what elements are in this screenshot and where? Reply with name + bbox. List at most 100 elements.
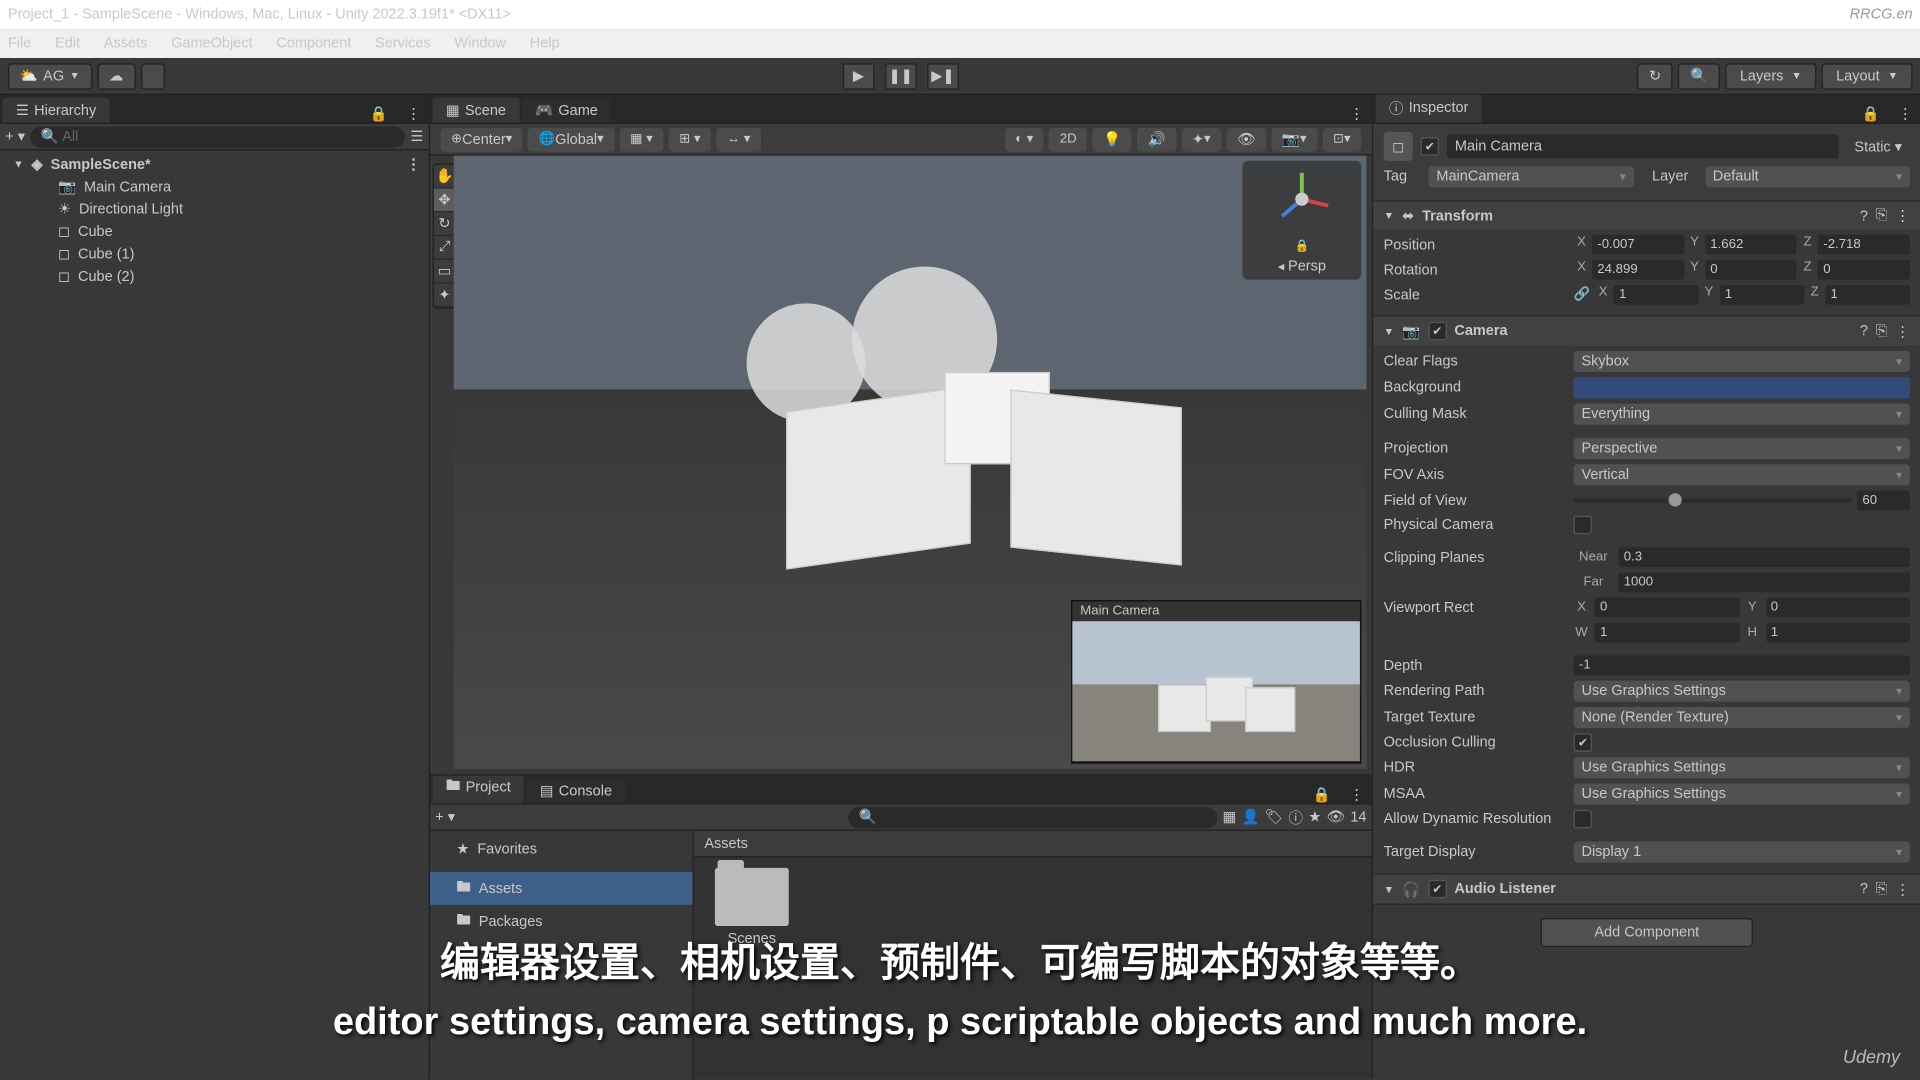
far-clip-field[interactable]: 1000 bbox=[1618, 572, 1909, 592]
menu-icon[interactable]: ⋮ bbox=[1890, 106, 1920, 123]
pivot-dropdown[interactable]: ⊕ Center ▾ bbox=[441, 127, 523, 151]
draw-mode-button[interactable]: ◐ ▾ bbox=[1005, 127, 1044, 151]
snap-increment-button[interactable]: ⊞ ▾ bbox=[669, 127, 711, 151]
help-icon[interactable]: ? bbox=[1860, 323, 1868, 339]
camera-enabled-checkbox[interactable]: ✔ bbox=[1428, 322, 1446, 340]
visibility-toggle[interactable]: 👁 bbox=[1227, 127, 1267, 151]
grid-snap-button[interactable]: ▦ ▾ bbox=[620, 127, 664, 151]
chevron-down-icon[interactable]: ▼ bbox=[1384, 883, 1394, 895]
lock-icon[interactable]: 🔒 bbox=[1305, 786, 1339, 803]
filter-icon[interactable]: ⓘ bbox=[1289, 807, 1304, 828]
menu-icon[interactable]: ⋮ bbox=[1895, 880, 1910, 897]
layout-dropdown[interactable]: Layout ▼ bbox=[1822, 63, 1913, 89]
tab-game[interactable]: 🎮 Game bbox=[522, 98, 611, 123]
preset-icon[interactable]: ⎘ bbox=[1876, 322, 1888, 339]
viewport-x-field[interactable]: 0 bbox=[1595, 598, 1739, 618]
project-search[interactable]: 🔍 bbox=[848, 807, 1217, 828]
viewport-y-field[interactable]: 0 bbox=[1765, 598, 1909, 618]
assets-folder[interactable]: 🖿Assets bbox=[430, 872, 692, 905]
menu-icon[interactable]: ⋮ bbox=[1895, 207, 1910, 224]
menu-icon[interactable]: ⋮ bbox=[1341, 786, 1371, 803]
menu-help[interactable]: Help bbox=[530, 36, 560, 52]
msaa-dropdown[interactable]: Use Graphics Settings bbox=[1574, 783, 1910, 804]
menu-icon[interactable]: ⋮ bbox=[1341, 106, 1371, 123]
dynamic-resolution-checkbox[interactable] bbox=[1574, 810, 1592, 828]
preset-icon[interactable]: ⎘ bbox=[1876, 207, 1888, 224]
menu-icon[interactable]: ⋮ bbox=[398, 106, 428, 123]
hierarchy-search[interactable]: 🔍 All bbox=[30, 126, 405, 147]
account-button[interactable]: ⛅ AG ▼ bbox=[8, 63, 92, 89]
gizmos-dropdown[interactable]: ⊡▾ bbox=[1322, 127, 1361, 151]
hdr-dropdown[interactable]: Use Graphics Settings bbox=[1574, 757, 1910, 778]
layers-dropdown[interactable]: Layers ▼ bbox=[1725, 63, 1816, 89]
2d-toggle[interactable]: 2D bbox=[1049, 127, 1087, 151]
fov-slider[interactable] bbox=[1574, 499, 1852, 503]
menu-window[interactable]: Window bbox=[454, 36, 506, 52]
hierarchy-item-cube-1[interactable]: ◻Cube (1) bbox=[0, 243, 429, 265]
pause-button[interactable]: ❚❚ bbox=[885, 63, 917, 89]
static-dropdown[interactable]: Static ▾ bbox=[1846, 135, 1909, 157]
persp-label[interactable]: ◂ Persp bbox=[1278, 259, 1326, 275]
rotation-z-field[interactable]: 0 bbox=[1818, 260, 1910, 280]
filter-icon[interactable]: 🏷 bbox=[1265, 809, 1283, 826]
rotation-x-field[interactable]: 24.899 bbox=[1592, 260, 1684, 280]
space-dropdown[interactable]: 🌐 Global ▾ bbox=[528, 127, 614, 151]
rendering-path-dropdown[interactable]: Use Graphics Settings bbox=[1574, 681, 1910, 702]
menu-file[interactable]: File bbox=[8, 36, 31, 52]
depth-field[interactable]: -1 bbox=[1574, 656, 1910, 676]
near-clip-field[interactable]: 0.3 bbox=[1618, 547, 1909, 567]
lighting-toggle[interactable]: 💡 bbox=[1092, 127, 1131, 151]
cloud-button[interactable]: ☁ bbox=[97, 63, 135, 89]
tab-console[interactable]: ▤ Console bbox=[527, 778, 626, 803]
link-icon[interactable]: 🔗 bbox=[1574, 288, 1590, 303]
rotation-y-field[interactable]: 0 bbox=[1705, 260, 1797, 280]
lock-icon[interactable]: 🔒 bbox=[1294, 239, 1309, 252]
transform-tool[interactable]: ✦ bbox=[434, 284, 455, 308]
active-checkbox[interactable]: ✔ bbox=[1421, 137, 1439, 155]
rect-tool[interactable]: ▭ bbox=[434, 260, 455, 284]
menu-gameobject[interactable]: GameObject bbox=[171, 36, 252, 52]
layer-dropdown[interactable]: Default bbox=[1705, 166, 1910, 187]
tab-scene[interactable]: ▦ Scene bbox=[433, 98, 520, 123]
menu-component[interactable]: Component bbox=[276, 36, 351, 52]
menu-icon[interactable]: ⋮ bbox=[406, 156, 421, 173]
lock-icon[interactable]: 🔒 bbox=[362, 106, 396, 123]
chevron-down-icon[interactable]: ▼ bbox=[1384, 325, 1394, 337]
scale-tool[interactable]: ⤢ bbox=[434, 236, 455, 260]
hidden-icon[interactable]: 👁 bbox=[1327, 809, 1345, 826]
move-tool[interactable]: ✥ bbox=[434, 189, 455, 213]
position-z-field[interactable]: -2.718 bbox=[1818, 235, 1910, 255]
hand-tool[interactable]: ✋ bbox=[434, 165, 455, 189]
orientation-gizmo[interactable]: 🔒 ◂ Persp bbox=[1242, 161, 1361, 280]
projection-dropdown[interactable]: Perspective bbox=[1574, 438, 1910, 459]
scale-z-field[interactable]: 1 bbox=[1825, 285, 1910, 305]
audio-toggle[interactable]: 🔊 bbox=[1137, 127, 1176, 151]
scene-root[interactable]: ▼ ◈ SampleScene* ⋮ bbox=[0, 153, 429, 175]
play-button[interactable]: ▶ bbox=[843, 63, 875, 89]
culling-mask-dropdown[interactable]: Everything bbox=[1574, 404, 1910, 425]
target-texture-field[interactable]: None (Render Texture) bbox=[1574, 707, 1910, 728]
position-x-field[interactable]: -0.007 bbox=[1592, 235, 1684, 255]
audio-enabled-checkbox[interactable]: ✔ bbox=[1428, 880, 1446, 898]
filter-icon[interactable]: 👤 bbox=[1241, 809, 1259, 826]
hierarchy-item-main-camera[interactable]: 📷Main Camera bbox=[0, 175, 429, 197]
favorites-root[interactable]: ★Favorites bbox=[430, 836, 692, 861]
preset-icon[interactable]: ⎘ bbox=[1876, 880, 1888, 897]
breadcrumb[interactable]: Assets bbox=[694, 831, 1372, 857]
filter-icon[interactable]: ▦ bbox=[1222, 809, 1236, 826]
undo-history-button[interactable]: ↻ bbox=[1637, 63, 1673, 89]
tag-dropdown[interactable]: MainCamera bbox=[1428, 166, 1633, 187]
position-y-field[interactable]: 1.662 bbox=[1705, 235, 1797, 255]
help-icon[interactable]: ? bbox=[1860, 208, 1868, 224]
menu-services[interactable]: Services bbox=[375, 36, 431, 52]
tab-hierarchy[interactable]: ☰ Hierarchy bbox=[3, 98, 110, 123]
hierarchy-item-cube-2[interactable]: ◻Cube (2) bbox=[0, 265, 429, 287]
fov-axis-dropdown[interactable]: Vertical bbox=[1574, 464, 1910, 485]
tab-inspector[interactable]: ⓘ Inspector bbox=[1376, 95, 1482, 123]
target-display-dropdown[interactable]: Display 1 bbox=[1574, 842, 1910, 863]
help-icon[interactable]: ? bbox=[1860, 881, 1868, 897]
star-icon[interactable]: ★ bbox=[1308, 809, 1321, 826]
hierarchy-item-cube[interactable]: ◻Cube bbox=[0, 220, 429, 242]
physical-camera-checkbox[interactable] bbox=[1574, 516, 1592, 534]
version-control-button[interactable] bbox=[141, 63, 165, 89]
